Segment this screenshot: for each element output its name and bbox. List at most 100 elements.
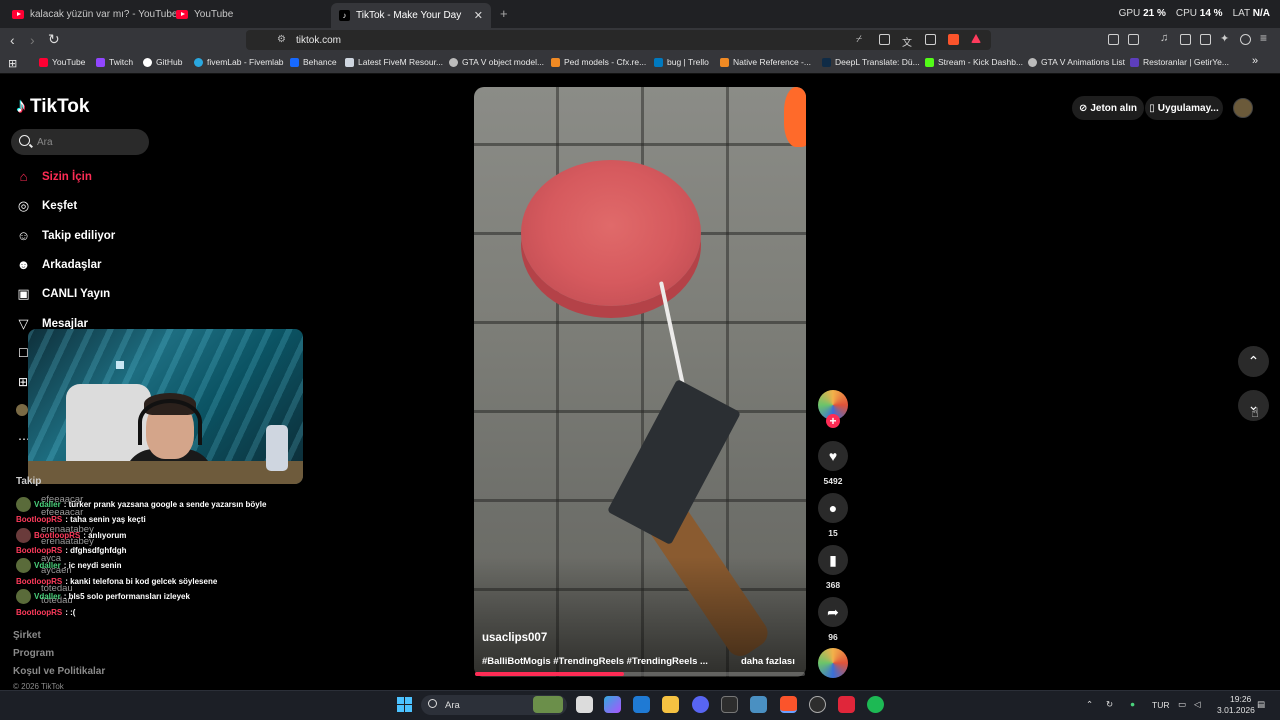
terminal-icon[interactable] bbox=[721, 696, 738, 713]
video-hashtags[interactable]: #BalliBotMogis #TrendingReels #TrendingR… bbox=[482, 656, 708, 667]
extensions-icon[interactable] bbox=[1108, 34, 1119, 45]
obs-icon[interactable] bbox=[809, 696, 826, 713]
video-player[interactable] bbox=[474, 87, 806, 677]
chat-user: Vdaller bbox=[34, 561, 61, 570]
bookmark-getir[interactable]: Restoranlar | GetirYe... bbox=[1130, 57, 1229, 67]
like-button[interactable]: ♥ bbox=[818, 441, 848, 471]
trello-icon bbox=[654, 57, 663, 67]
new-tab-button[interactable]: + bbox=[500, 6, 508, 21]
chat-text: : türker prank yazsana google a sende ya… bbox=[63, 500, 267, 509]
share-icon[interactable] bbox=[925, 34, 936, 45]
close-tab-icon[interactable]: ✕ bbox=[474, 9, 483, 22]
tab-tiktok[interactable]: ♪ TikTok - Make Your Day ✕ bbox=[331, 3, 491, 28]
home-icon: ⌂ bbox=[19, 169, 28, 184]
vpn-icon[interactable] bbox=[1240, 34, 1251, 45]
nav-explore[interactable]: ◎ Keşfet bbox=[15, 197, 77, 214]
nav-for-you[interactable]: ⌂ Sizin İçin bbox=[15, 168, 92, 185]
cfx-icon bbox=[551, 57, 560, 67]
file-explorer-icon[interactable] bbox=[662, 696, 679, 713]
menu-icon[interactable]: ≡ bbox=[1260, 31, 1271, 45]
photos-icon[interactable] bbox=[633, 696, 650, 713]
red-app-icon[interactable] bbox=[838, 696, 855, 713]
search-icon bbox=[19, 135, 30, 146]
fivem-icon bbox=[345, 57, 354, 67]
profile-avatar[interactable] bbox=[1233, 98, 1253, 118]
network-icon[interactable]: ▭ bbox=[1178, 699, 1186, 710]
music-disc[interactable] bbox=[818, 648, 848, 678]
upload-icon[interactable]: ⊞ bbox=[18, 375, 28, 389]
follow-plus-icon[interactable]: + bbox=[826, 414, 840, 428]
wallet-icon[interactable] bbox=[1200, 34, 1211, 45]
bookmark-ped-models[interactable]: Ped models - Cfx.re... bbox=[551, 57, 646, 67]
brave-browser-icon[interactable] bbox=[780, 696, 797, 713]
bookmark-twitch[interactable]: Twitch bbox=[96, 57, 133, 67]
reload-icon[interactable]: ↻ bbox=[48, 31, 60, 48]
back-icon[interactable]: ‹ bbox=[10, 32, 15, 48]
bookmark-fivemlab[interactable]: fivemLab - Fivemlab bbox=[194, 57, 284, 67]
sound-icon[interactable]: ⌿ bbox=[856, 34, 867, 45]
more-bookmarks-icon[interactable]: » bbox=[1252, 55, 1258, 67]
chat-text: : dfghsdfghfdgh bbox=[65, 546, 127, 555]
cast-icon[interactable] bbox=[879, 34, 890, 45]
spotify-icon[interactable] bbox=[867, 696, 884, 713]
clock-time[interactable]: 19:26 bbox=[1230, 694, 1251, 704]
task-view-icon[interactable] bbox=[576, 696, 593, 713]
bookmark-gta-animations[interactable]: GTA V Animations List bbox=[1028, 57, 1125, 67]
screenshot-icon[interactable] bbox=[1128, 34, 1139, 45]
footer-terms-link[interactable]: Koşul ve Politikalar bbox=[13, 666, 105, 677]
bookmark-fivem-resources[interactable]: Latest FiveM Resour... bbox=[345, 57, 443, 67]
language-indicator[interactable]: TUR bbox=[1152, 700, 1169, 710]
get-app-button[interactable]: ▯ Uygulamay... bbox=[1145, 96, 1223, 120]
previous-video-button[interactable]: ⌃ bbox=[1238, 346, 1269, 377]
bookmark-gta-object-models[interactable]: GTA V object model... bbox=[449, 57, 544, 67]
notification-icon[interactable]: ▤ bbox=[1257, 699, 1265, 710]
tiktok-logo[interactable]: ♪ TikTok bbox=[16, 95, 89, 118]
video-progress-bar[interactable] bbox=[475, 672, 805, 676]
video-more-link[interactable]: daha fazlası bbox=[741, 656, 795, 667]
profile-nav-icon[interactable] bbox=[16, 404, 28, 416]
apps-grid-icon[interactable]: ⊞ bbox=[8, 57, 17, 70]
volume-icon[interactable]: ◁ bbox=[1194, 699, 1201, 710]
vscode-icon[interactable] bbox=[750, 696, 767, 713]
chat-user: BootloopRS bbox=[34, 531, 81, 540]
bookmark-kick[interactable]: Stream - Kick Dashb... bbox=[925, 57, 1023, 67]
tab-youtube-video[interactable]: kalacak yüzün var mı? - YouTube bbox=[4, 2, 186, 26]
chat-message: BootloopRS: anlıyorum bbox=[16, 528, 126, 543]
forward-icon[interactable]: › bbox=[30, 32, 35, 48]
video-username[interactable]: usaclips007 bbox=[482, 632, 547, 644]
tab-label: TikTok - Make Your Day bbox=[356, 10, 462, 21]
tray-chevron-icon[interactable]: ⌃ bbox=[1086, 699, 1093, 710]
sidebar-icon[interactable] bbox=[1180, 34, 1191, 45]
footer-company-link[interactable]: Şirket bbox=[13, 630, 41, 641]
get-app-label: Uygulamay... bbox=[1157, 102, 1219, 114]
comment-button[interactable]: ● bbox=[818, 493, 848, 523]
url-text[interactable]: tiktok.com bbox=[296, 35, 341, 46]
nav-friends[interactable]: ☻ Arkadaşlar bbox=[15, 256, 102, 273]
bookmark-deepl[interactable]: DeepL Translate: Dü... bbox=[822, 57, 920, 67]
footer-program-link[interactable]: Program bbox=[13, 648, 54, 659]
sync-icon[interactable]: ↻ bbox=[1106, 699, 1113, 710]
discord-icon[interactable] bbox=[692, 696, 709, 713]
brave-rewards-icon[interactable] bbox=[971, 34, 981, 43]
save-button[interactable]: ▮ bbox=[818, 545, 848, 575]
bookmark-native-reference[interactable]: Native Reference -... bbox=[720, 57, 811, 67]
copilot-icon[interactable] bbox=[604, 696, 621, 713]
bookmark-youtube[interactable]: YouTube bbox=[39, 57, 85, 67]
media-icon[interactable]: ♫ bbox=[1160, 32, 1171, 44]
share-button[interactable]: ➦ bbox=[818, 597, 848, 627]
search-input[interactable] bbox=[11, 129, 149, 155]
nav-following[interactable]: ☺ Takip ediliyor bbox=[15, 227, 115, 244]
clock-date[interactable]: 3.01.2026 bbox=[1217, 705, 1255, 715]
bookmark-github[interactable]: GitHub bbox=[143, 57, 182, 67]
bookmark-trello[interactable]: bug | Trello bbox=[654, 57, 709, 67]
bookmark-behance[interactable]: Behance bbox=[290, 57, 337, 67]
translate-icon[interactable]: 文 bbox=[902, 34, 913, 49]
get-coins-button[interactable]: ⊘ Jeton alın bbox=[1072, 96, 1144, 120]
nav-live[interactable]: ▣ CANLI Yayın bbox=[15, 285, 110, 302]
windows-start-icon[interactable] bbox=[397, 697, 412, 712]
brave-shield-icon[interactable] bbox=[948, 34, 959, 45]
microphone-icon[interactable]: ● bbox=[1130, 699, 1135, 709]
site-info-icon[interactable]: ⚙ bbox=[277, 34, 286, 45]
tab-youtube[interactable]: YouTube bbox=[168, 2, 241, 26]
leo-ai-icon[interactable]: ✦ bbox=[1220, 32, 1231, 45]
